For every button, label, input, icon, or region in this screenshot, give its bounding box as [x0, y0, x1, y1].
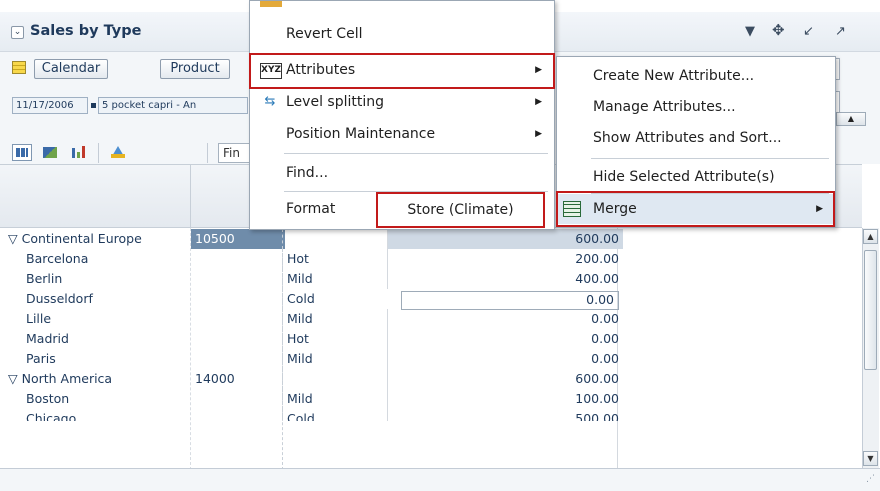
- menu-item-level-splitting[interactable]: ⇆ Level splitting ▶: [250, 87, 554, 117]
- table-row[interactable]: Madrid Hot 0.00: [0, 329, 862, 349]
- row-name: Boston: [26, 391, 70, 406]
- toolbar-separator: [98, 143, 99, 163]
- calendar-grid-icon: [12, 61, 26, 74]
- table-row[interactable]: Lille Mild 0.00: [0, 309, 862, 329]
- row-name: Barcelona: [26, 251, 89, 266]
- table-row[interactable]: Berlin Mild 400.00: [0, 269, 862, 289]
- calendar-button[interactable]: Calendar: [34, 59, 108, 79]
- attributes-highlight: [249, 53, 555, 89]
- row-climate: Mild: [282, 309, 392, 329]
- row-value[interactable]: 14000: [191, 369, 285, 389]
- row-climate: Cold: [282, 409, 392, 421]
- table-row[interactable]: Chicago Cold 500.00: [0, 409, 862, 421]
- menu-item-find[interactable]: Find...: [250, 158, 554, 188]
- move-icon[interactable]: ✥: [772, 21, 785, 39]
- row-sales[interactable]: 100.00: [387, 389, 623, 409]
- row-climate: Hot: [282, 249, 392, 269]
- row-sales-edit[interactable]: 0.00: [401, 291, 619, 310]
- submenu-item-label: Manage Attributes...: [593, 99, 736, 115]
- row-name: Berlin: [26, 271, 63, 286]
- menu-item-label: Level splitting: [286, 94, 384, 110]
- scroll-thumb[interactable]: [864, 250, 877, 370]
- bar-chart-icon[interactable]: [68, 144, 88, 161]
- row-climate: Cold: [282, 289, 392, 309]
- table-row[interactable]: ▽ North America 14000 600.00: [0, 369, 862, 389]
- menu-separator: [284, 153, 548, 154]
- area-chart-icon[interactable]: [108, 144, 128, 161]
- table-row[interactable]: Barcelona Hot 200.00: [0, 249, 862, 269]
- table-row[interactable]: Dusseldorf Cold 0.00: [0, 289, 862, 310]
- row-climate: Mild: [282, 389, 392, 409]
- product-button[interactable]: Product: [160, 59, 230, 79]
- menu-item-position-maintenance[interactable]: Position Maintenance ▶: [250, 119, 554, 149]
- row-sales[interactable]: 0.00: [387, 309, 623, 329]
- scroll-down-icon[interactable]: ▼: [863, 451, 878, 466]
- row-climate: [282, 229, 392, 249]
- table-chart-icon[interactable]: [40, 144, 60, 161]
- level-split-icon: ⇆: [264, 94, 276, 109]
- row-climate: Mild: [282, 349, 392, 369]
- row-sales[interactable]: 500.00: [387, 409, 623, 421]
- restore-icon[interactable]: ↙: [803, 24, 814, 39]
- table-row[interactable]: Boston Mild 100.00: [0, 389, 862, 409]
- submenu-item-manage-attributes[interactable]: Manage Attributes...: [557, 92, 835, 122]
- table-row[interactable]: ▽ Continental Europe 10500 600.00: [0, 229, 862, 249]
- row-sales[interactable]: 200.00: [387, 249, 623, 269]
- submenu-separator: [591, 158, 829, 159]
- submenu-arrow-icon: ▶: [535, 97, 542, 107]
- row-name: Chicago: [26, 411, 77, 421]
- submenu-item-label: Show Attributes and Sort...: [593, 130, 782, 146]
- maximize-icon[interactable]: ↗: [835, 24, 846, 39]
- row-sales[interactable]: 600.00: [387, 229, 623, 249]
- dropdown-arrow-icon[interactable]: ▼: [745, 24, 755, 39]
- row-climate: Mild: [282, 269, 392, 289]
- merge-highlight: [556, 191, 835, 227]
- header-divider: [190, 164, 191, 228]
- row-sales[interactable]: 600.00: [387, 369, 623, 389]
- partial-menu-icon: [260, 1, 282, 7]
- menu-item-label: Find...: [286, 165, 329, 181]
- row-name: ▽ North America: [8, 371, 113, 386]
- row-name: Paris: [26, 351, 56, 366]
- table-view-icon[interactable]: [12, 144, 32, 161]
- row-name: Dusseldorf: [26, 291, 93, 306]
- menu-item-label: Revert Cell: [286, 26, 363, 42]
- submenu-item-hide-selected-attributes[interactable]: Hide Selected Attribute(s): [557, 162, 835, 192]
- row-name: Madrid: [26, 331, 69, 346]
- row-climate: Hot: [282, 329, 392, 349]
- bullet-icon: [91, 103, 96, 108]
- scroll-up-icon[interactable]: ▲: [863, 229, 878, 244]
- menu-item-label: Format: [286, 201, 336, 217]
- row-name: ▽ Continental Europe: [8, 231, 142, 246]
- panel-title: Sales by Type: [30, 23, 142, 39]
- store-climate-tooltip: Store (Climate): [376, 192, 545, 228]
- row-value-cell-selected[interactable]: 10500: [191, 229, 285, 249]
- row-sales[interactable]: 0.00: [387, 349, 623, 369]
- toolbar-separator-2: [207, 143, 208, 163]
- submenu-item-show-attributes-and-sort[interactable]: Show Attributes and Sort...: [557, 123, 835, 153]
- menu-item-revert-cell[interactable]: Revert Cell: [250, 19, 554, 49]
- product-selector[interactable]: 5 pocket capri - An: [98, 97, 248, 114]
- row-sales[interactable]: 0.00: [387, 329, 623, 349]
- collapse-toggle-icon[interactable]: ⌄: [11, 26, 24, 39]
- row-climate: [282, 369, 392, 389]
- status-bar: [0, 468, 880, 491]
- row-name: Lille: [26, 311, 52, 326]
- submenu-item-create-new-attribute[interactable]: Create New Attribute...: [557, 61, 835, 91]
- submenu-arrow-icon: ▶: [535, 129, 542, 139]
- submenu-item-label: Create New Attribute...: [593, 68, 755, 84]
- date-selector[interactable]: 11/17/2006: [12, 97, 88, 114]
- table-row[interactable]: Paris Mild 0.00: [0, 349, 862, 369]
- resize-grip-icon[interactable]: ⋰: [866, 474, 875, 484]
- scroll-up-small-icon[interactable]: ▲: [836, 112, 866, 126]
- submenu-item-label: Hide Selected Attribute(s): [593, 169, 775, 185]
- row-sales[interactable]: 400.00: [387, 269, 623, 289]
- menu-item-label: Position Maintenance: [286, 126, 436, 142]
